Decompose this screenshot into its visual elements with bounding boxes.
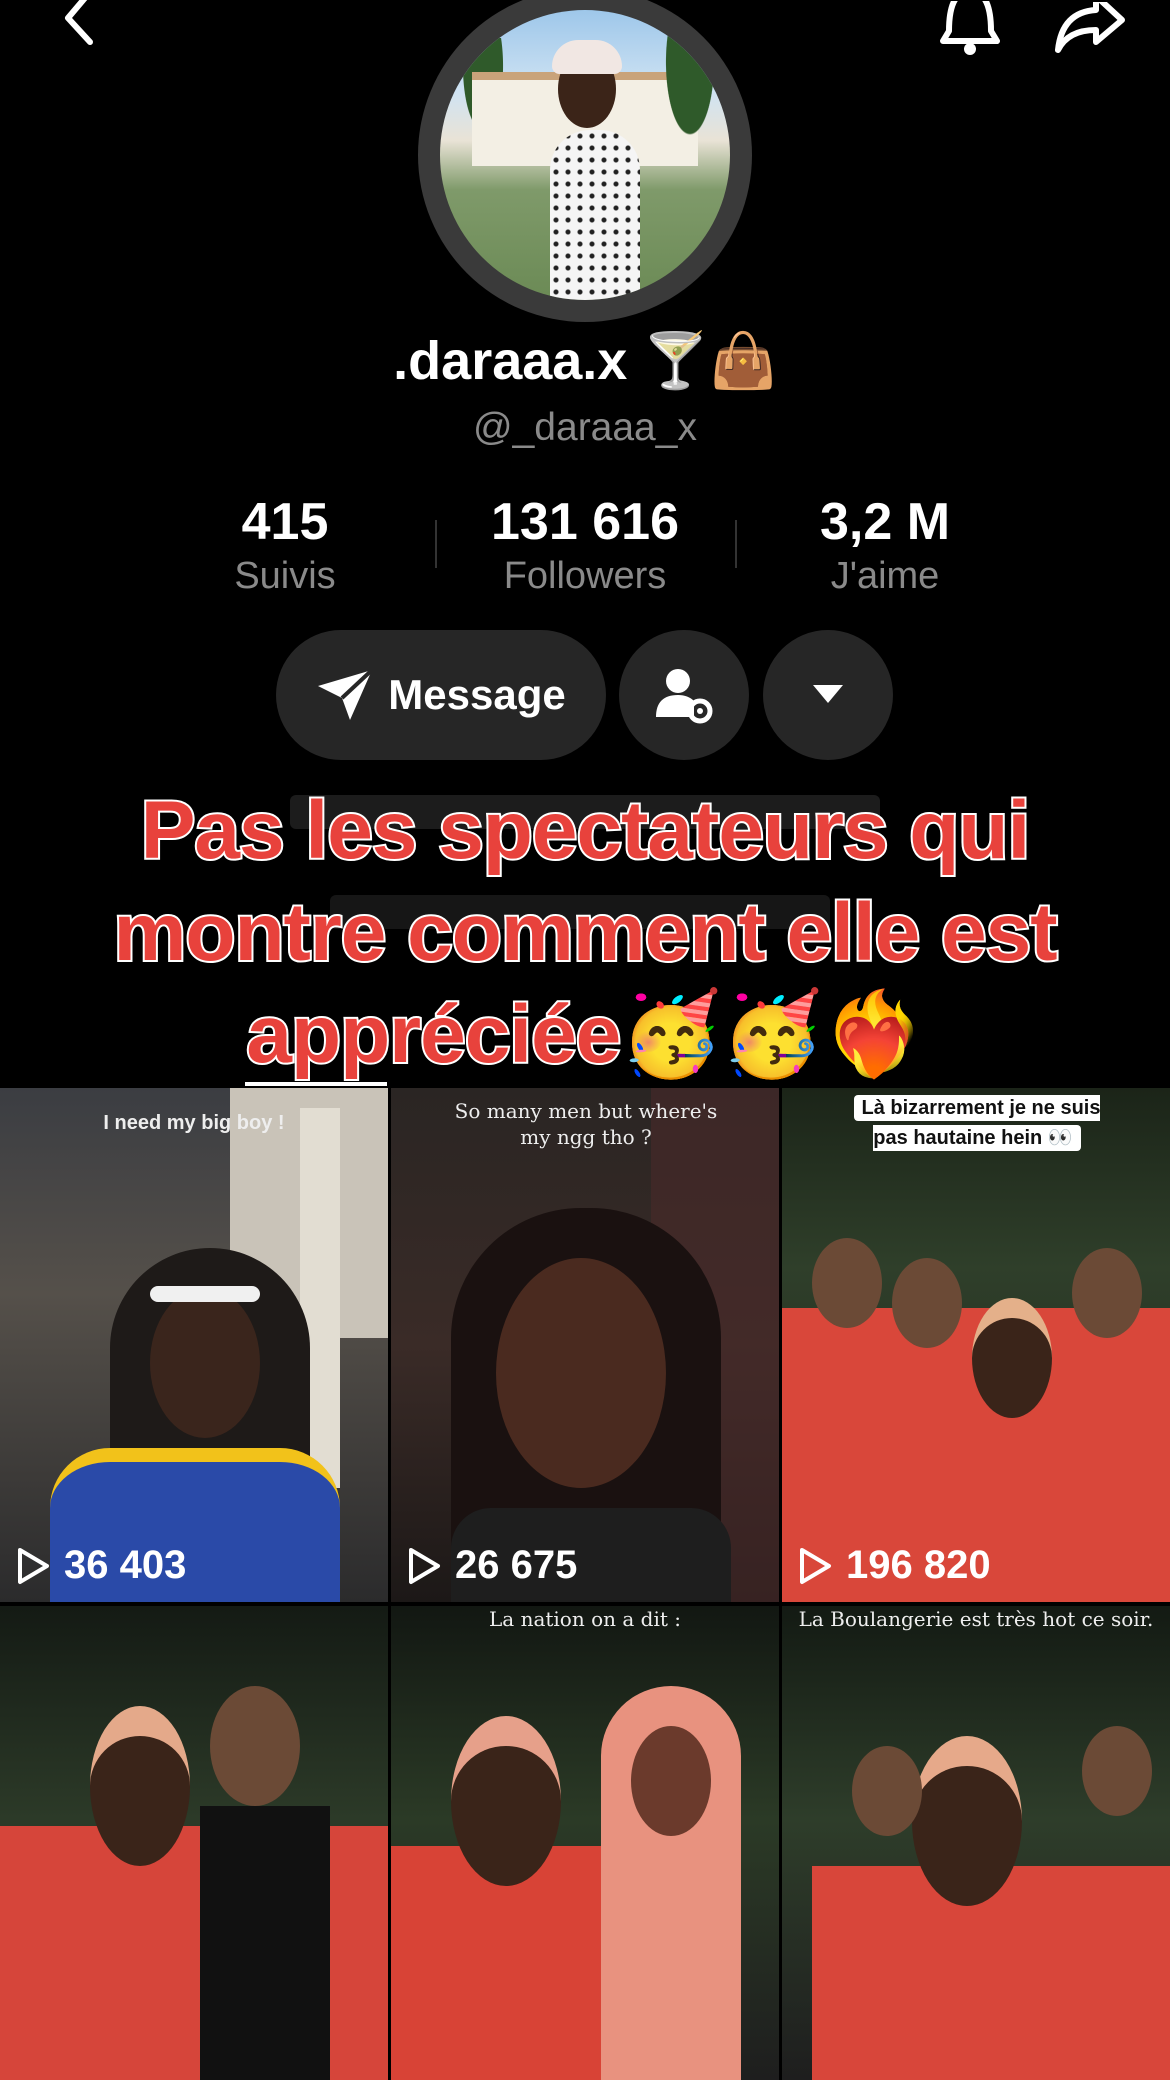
tile-face: [812, 1238, 882, 1328]
tile-face: [150, 1288, 260, 1438]
video-caption: La nation on a dit :: [489, 1607, 681, 1631]
friend-settings-button[interactable]: [619, 630, 749, 760]
video-tile[interactable]: [0, 1606, 388, 2080]
view-count-value: 196 820: [846, 1543, 991, 1587]
stat-likes[interactable]: 3,2 M J'aime: [755, 494, 1015, 602]
video-tile[interactable]: I need my big boy ! 36 403: [0, 1088, 388, 1602]
tile-tanktop: [200, 1806, 330, 2080]
stat-followers-label: Followers: [503, 555, 667, 597]
videos-tab-indicator[interactable]: [245, 1082, 387, 1086]
view-count-value: 26 675: [455, 1543, 578, 1587]
tile-face: [90, 1706, 190, 1866]
video-caption: So many men but where's my ngg tho ?: [454, 1099, 718, 1149]
tile-face: [1082, 1726, 1152, 1816]
video-caption: La Boulangerie est très hot ce soir.: [798, 1607, 1154, 1631]
view-count: 26 675: [407, 1543, 577, 1588]
avatar-person-dress: [550, 130, 640, 300]
avatar-palm-right: [650, 32, 730, 182]
caret-down-icon: [813, 685, 843, 703]
stat-following-value: 415: [241, 493, 329, 551]
share-button[interactable]: [1050, 0, 1130, 60]
caption-line-1: Pas les spectateurs qui: [139, 783, 1033, 878]
bell-icon: [940, 1, 1000, 55]
back-button[interactable]: [50, 0, 110, 50]
tile-face: [1072, 1248, 1142, 1338]
video-tile[interactable]: So many men but where's my ngg tho ? 26 …: [391, 1088, 779, 1602]
play-outline-icon: [800, 1547, 831, 1584]
caption-line-2: montre comment elle est: [111, 885, 1059, 980]
stat-divider: [435, 520, 437, 568]
stat-followers-value: 131 616: [491, 493, 679, 551]
stat-following-label: Suivis: [234, 555, 336, 597]
tile-face: [912, 1736, 1022, 1906]
tile-face: [852, 1746, 922, 1836]
play-outline-icon: [409, 1547, 440, 1584]
username: @_daraaa_x: [473, 406, 697, 449]
tile-jumpsuits: [812, 1866, 1170, 2080]
video-tile[interactable]: La Boulangerie est très hot ce soir.: [782, 1606, 1170, 2080]
notification-button[interactable]: [935, 0, 1005, 60]
stat-divider: [735, 520, 737, 568]
stat-following[interactable]: 415 Suivis: [155, 494, 415, 602]
tile-face: [972, 1298, 1052, 1418]
person-gear-icon: [656, 669, 713, 724]
view-count: 196 820: [798, 1543, 991, 1588]
stat-likes-value: 3,2 M: [819, 493, 951, 551]
video-caption: I need my big boy !: [103, 1112, 285, 1134]
caption-line-3: appréciée🥳🥳❤️‍🔥: [244, 987, 926, 1082]
send-icon: [318, 668, 374, 720]
video-tile[interactable]: La nation on a dit :: [391, 1606, 779, 2080]
view-count-value: 36 403: [64, 1543, 187, 1587]
video-caption: Là bizarrement je ne suis pas hautaine h…: [842, 1092, 1112, 1152]
more-dropdown-button[interactable]: [763, 630, 893, 760]
tile-face: [631, 1726, 711, 1836]
overlay-caption: Pas les spectateurs qui montre comment e…: [40, 780, 1130, 1086]
tile-face: [210, 1686, 300, 1806]
share-arrow-icon: [1055, 2, 1125, 53]
tile-face: [451, 1716, 561, 1886]
stat-followers[interactable]: 131 616 Followers: [455, 494, 715, 602]
video-tile[interactable]: Là bizarrement je ne suis pas hautaine h…: [782, 1088, 1170, 1602]
display-name: .daraaa.x 🍸👜: [393, 331, 777, 391]
message-button-label: Message: [388, 671, 566, 718]
tile-headband: [150, 1286, 260, 1302]
avatar-person-scarf: [552, 40, 622, 74]
stat-likes-label: J'aime: [830, 555, 940, 597]
avatar[interactable]: [440, 10, 730, 300]
message-button[interactable]: Message: [276, 630, 606, 760]
tile-face: [892, 1258, 962, 1348]
view-count: 36 403: [16, 1543, 186, 1588]
tile-face: [496, 1258, 666, 1488]
chevron-left-icon: [65, 0, 93, 45]
video-caption-text: Là bizarrement je ne suis pas hautaine h…: [853, 1095, 1101, 1151]
play-outline-icon: [18, 1547, 49, 1584]
